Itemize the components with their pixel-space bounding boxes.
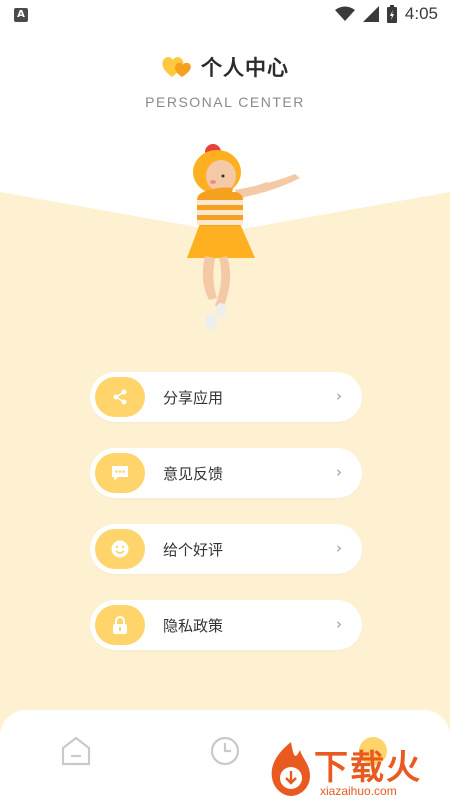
menu-label: 分享应用	[163, 388, 224, 407]
lock-icon	[95, 605, 145, 645]
wifi-icon	[334, 6, 355, 21]
signal-icon	[362, 6, 379, 22]
menu-item-feedback[interactable]: 意见反馈 ›	[90, 448, 362, 498]
page-header: 个人中心 PERSONAL CENTER	[0, 52, 450, 110]
menu-label: 隐私政策	[163, 616, 224, 635]
character-illustration	[187, 144, 300, 330]
smile-icon	[95, 529, 145, 569]
a-icon: A	[14, 8, 28, 22]
watermark-text: 下载火	[314, 748, 422, 788]
chevron-right-icon: ›	[336, 463, 342, 481]
watermark-url: xiazaihuo.com	[320, 784, 397, 798]
menu-list: 分享应用 › 意见反馈 › 给个好评 › 隐私政策 ›	[90, 372, 362, 676]
chevron-right-icon: ›	[336, 387, 342, 405]
menu-label: 给个好评	[163, 540, 224, 559]
menu-item-share-app[interactable]: 分享应用 ›	[90, 372, 362, 422]
battery-icon	[386, 5, 397, 23]
chevron-right-icon: ›	[336, 615, 342, 633]
menu-item-privacy-policy[interactable]: 隐私政策 ›	[90, 600, 362, 650]
hearts-logo-icon	[162, 57, 191, 77]
share-icon	[95, 377, 145, 417]
menu-item-rate[interactable]: 给个好评 ›	[90, 524, 362, 574]
watermark: 下载火 xiazaihuo.com	[262, 740, 450, 800]
clock-icon[interactable]	[208, 734, 242, 768]
menu-label: 意见反馈	[163, 464, 224, 483]
page-title: 个人中心	[201, 56, 289, 80]
status-bar: A 4:05	[0, 0, 450, 32]
clock-time: 4:05	[404, 4, 438, 23]
status-icons: 4:05	[334, 4, 438, 24]
home-icon[interactable]	[59, 734, 93, 768]
flame-logo-icon	[271, 742, 310, 796]
chevron-right-icon: ›	[336, 539, 342, 557]
message-icon	[95, 453, 145, 493]
page-subtitle: PERSONAL CENTER	[145, 94, 305, 110]
